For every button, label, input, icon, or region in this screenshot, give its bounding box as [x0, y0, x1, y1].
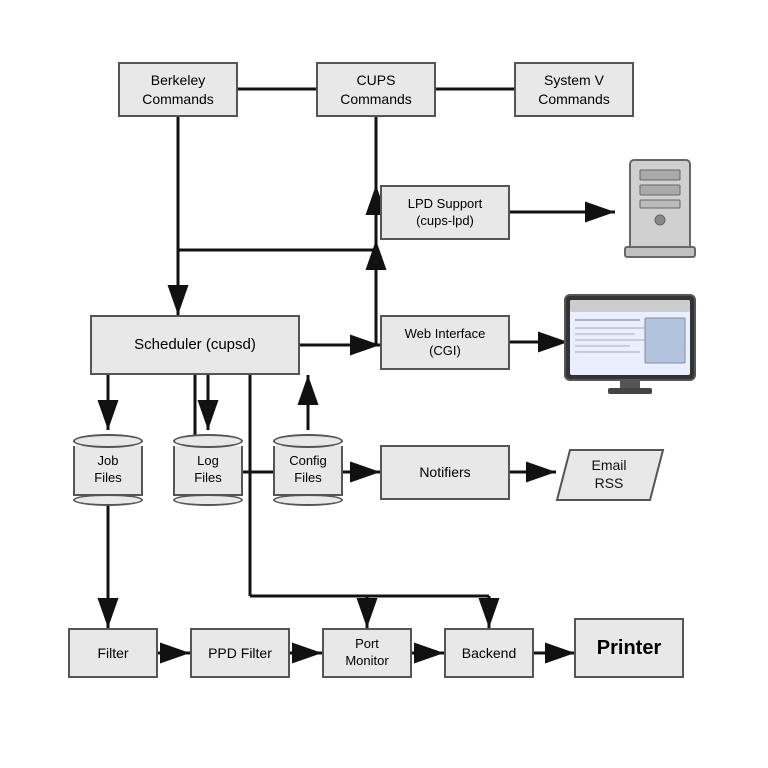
backend-box: Backend	[444, 628, 534, 678]
notifiers-box: Notifiers	[380, 445, 510, 500]
email-rss-shape: Email RSS	[555, 448, 655, 498]
config-files-label: ConfigFiles	[289, 453, 327, 487]
lpd-support-label: LPD Support(cups-lpd)	[408, 196, 482, 230]
cups-commands-box: CUPSCommands	[316, 62, 436, 117]
svg-text:RSS: RSS	[595, 475, 624, 491]
scheduler-box: Scheduler (cupsd)	[90, 315, 300, 375]
printer-box: Printer	[574, 618, 684, 678]
berkeley-commands-label: Berkeley Commands	[120, 71, 236, 107]
web-interface-label: Web Interface(CGI)	[405, 326, 486, 360]
monitor-icon	[560, 290, 700, 400]
server-icon	[610, 155, 710, 265]
ppd-filter-label: PPD Filter	[208, 644, 272, 662]
filter-box: Filter	[68, 628, 158, 678]
lpd-support-box: LPD Support(cups-lpd)	[380, 185, 510, 240]
config-files-cylinder: ConfigFiles	[268, 430, 348, 510]
systemv-commands-box: System VCommands	[514, 62, 634, 117]
backend-label: Backend	[462, 644, 516, 662]
ppd-filter-box: PPD Filter	[190, 628, 290, 678]
systemv-commands-label: System VCommands	[538, 71, 610, 107]
architecture-diagram: Berkeley Commands CUPSCommands System VC…	[0, 0, 768, 768]
web-interface-box: Web Interface(CGI)	[380, 315, 510, 370]
cups-commands-label: CUPSCommands	[340, 71, 412, 107]
notifiers-label: Notifiers	[419, 463, 470, 481]
port-monitor-box: PortMonitor	[322, 628, 412, 678]
port-monitor-label: PortMonitor	[345, 636, 388, 670]
svg-text:Email: Email	[591, 457, 626, 473]
berkeley-commands-box: Berkeley Commands	[118, 62, 238, 117]
log-files-cylinder: LogFiles	[168, 430, 248, 510]
job-files-label: JobFiles	[94, 453, 121, 487]
filter-label: Filter	[97, 644, 128, 662]
printer-label: Printer	[597, 635, 661, 661]
log-files-label: LogFiles	[194, 453, 221, 487]
scheduler-label: Scheduler (cupsd)	[134, 335, 256, 355]
job-files-cylinder: JobFiles	[68, 430, 148, 510]
